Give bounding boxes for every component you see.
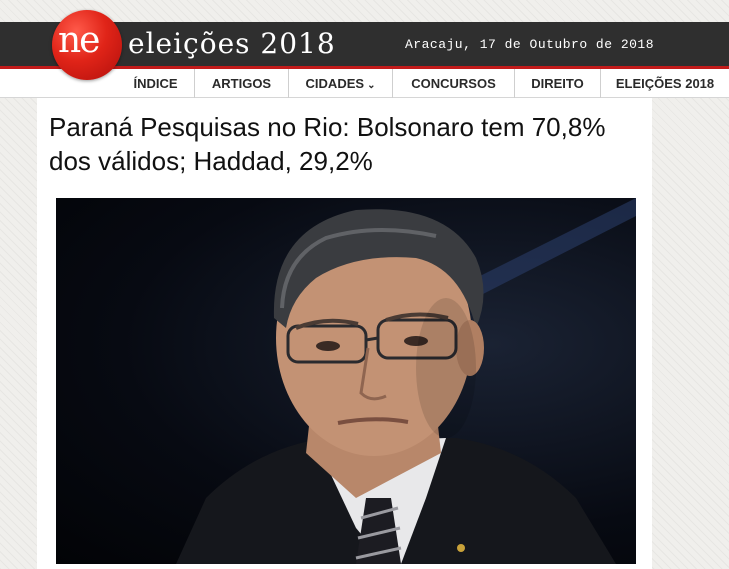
site-title[interactable]: eleições 2018 bbox=[128, 24, 336, 64]
nav-item-indice[interactable]: ÍNDICE bbox=[117, 69, 194, 98]
nav-item-direito[interactable]: DIREITO bbox=[514, 69, 600, 98]
nav-item-label: CIDADES bbox=[305, 76, 365, 91]
nav-item-label: DIREITO bbox=[531, 76, 584, 91]
nav-item-concursos[interactable]: CONCURSOS bbox=[392, 69, 514, 98]
nav-item-label: CONCURSOS bbox=[411, 76, 496, 91]
header-date: Aracaju, 17 de Outubro de 2018 bbox=[405, 37, 655, 52]
nav-item-cidades[interactable]: CIDADES ⌄ bbox=[288, 69, 392, 98]
article-headline[interactable]: Paraná Pesquisas no Rio: Bolsonaro tem 7… bbox=[49, 110, 609, 178]
portrait-illustration bbox=[176, 198, 636, 564]
article-photo[interactable] bbox=[56, 198, 636, 564]
nav-item-label: ARTIGOS bbox=[211, 76, 272, 91]
nav-item-label: ÍNDICE bbox=[133, 76, 178, 91]
nav-item-eleicoes-2018[interactable]: ELEIÇÕES 2018 bbox=[600, 69, 729, 98]
nav-item-artigos[interactable]: ARTIGOS bbox=[194, 69, 288, 98]
main-nav: ÍNDICE ARTIGOS CIDADES ⌄ CONCURSOS DIREIT… bbox=[0, 69, 729, 98]
logo-text[interactable]: ne bbox=[58, 16, 120, 66]
nav-item-label: ELEIÇÕES 2018 bbox=[615, 76, 715, 91]
chevron-down-icon: ⌄ bbox=[367, 80, 376, 91]
